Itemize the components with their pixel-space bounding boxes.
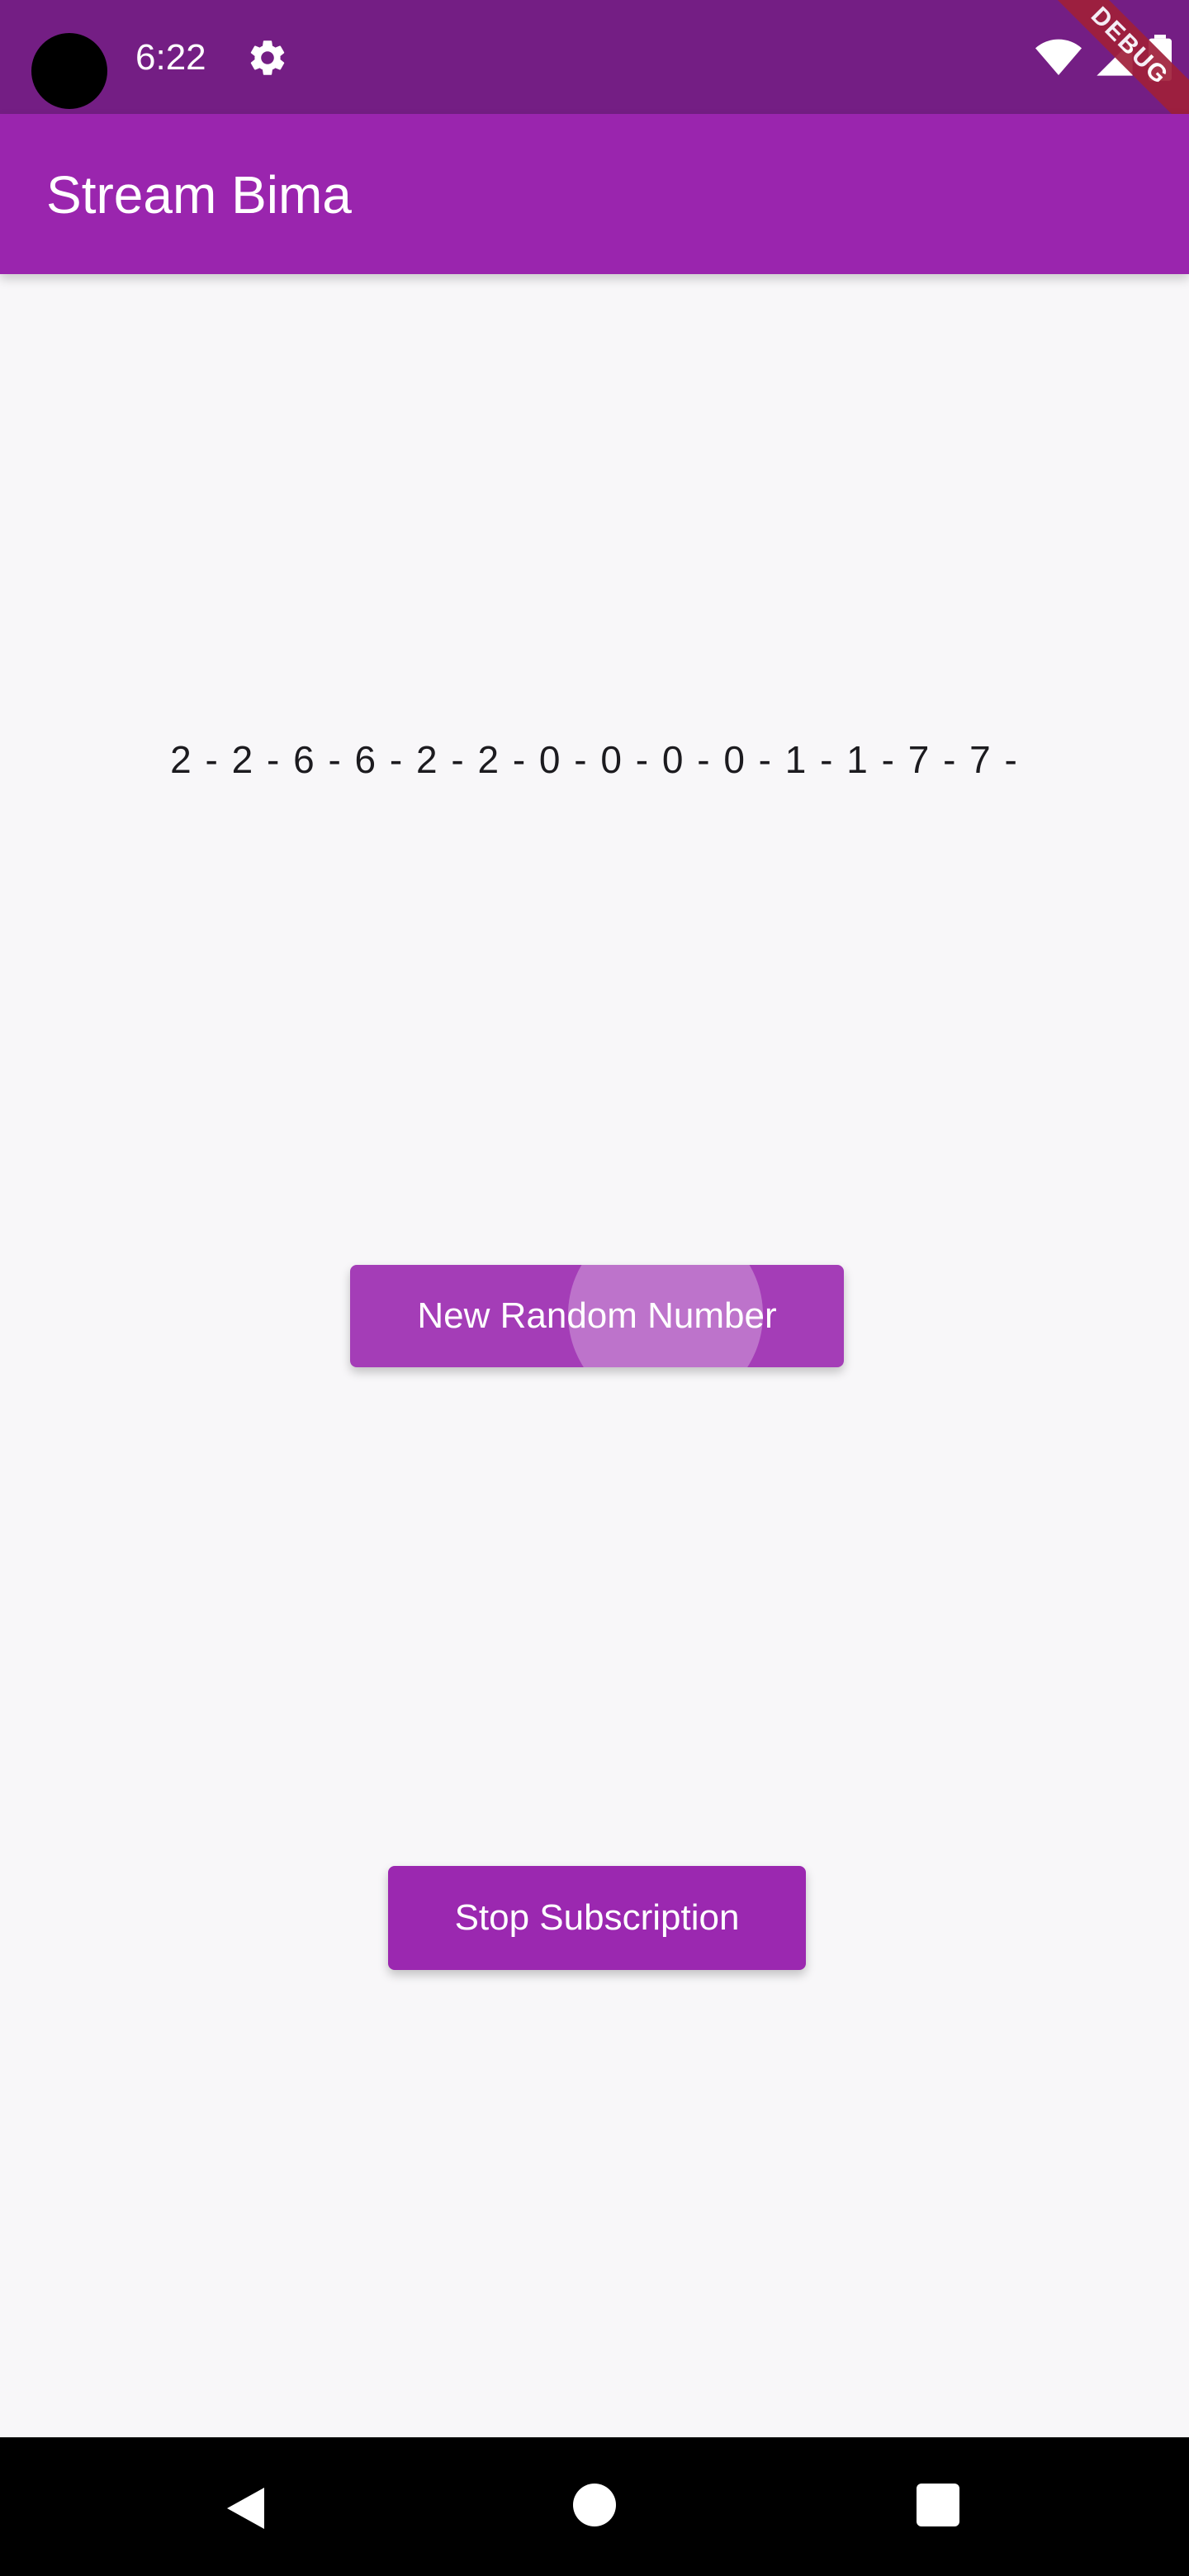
stop-subscription-button[interactable]: Stop Subscription [388,1866,806,1970]
recents-icon[interactable] [917,2484,959,2526]
stream-values-text: 2 - 2 - 6 - 6 - 2 - 2 - 0 - 0 - 0 - 0 - … [170,738,1019,781]
wifi-icon [1035,39,1082,75]
new-random-number-label: New Random Number [417,1295,777,1336]
system-nav-bar [0,2437,1189,2576]
gear-icon [250,40,285,75]
new-random-number-button[interactable]: New Random Number [350,1265,844,1367]
app-screen: 6:22 DEBUG Stream Bima 2 - 2 - 6 - 6 - 2… [0,0,1189,2576]
status-time: 6:22 [135,37,206,78]
home-icon[interactable] [573,2484,616,2526]
app-title: Stream Bima [46,165,352,225]
app-bar: Stream Bima [0,114,1189,274]
back-icon[interactable] [223,2484,272,2533]
camera-cutout [31,33,107,109]
status-bar: 6:22 DEBUG [0,0,1189,164]
stop-subscription-label: Stop Subscription [454,1897,740,1938]
